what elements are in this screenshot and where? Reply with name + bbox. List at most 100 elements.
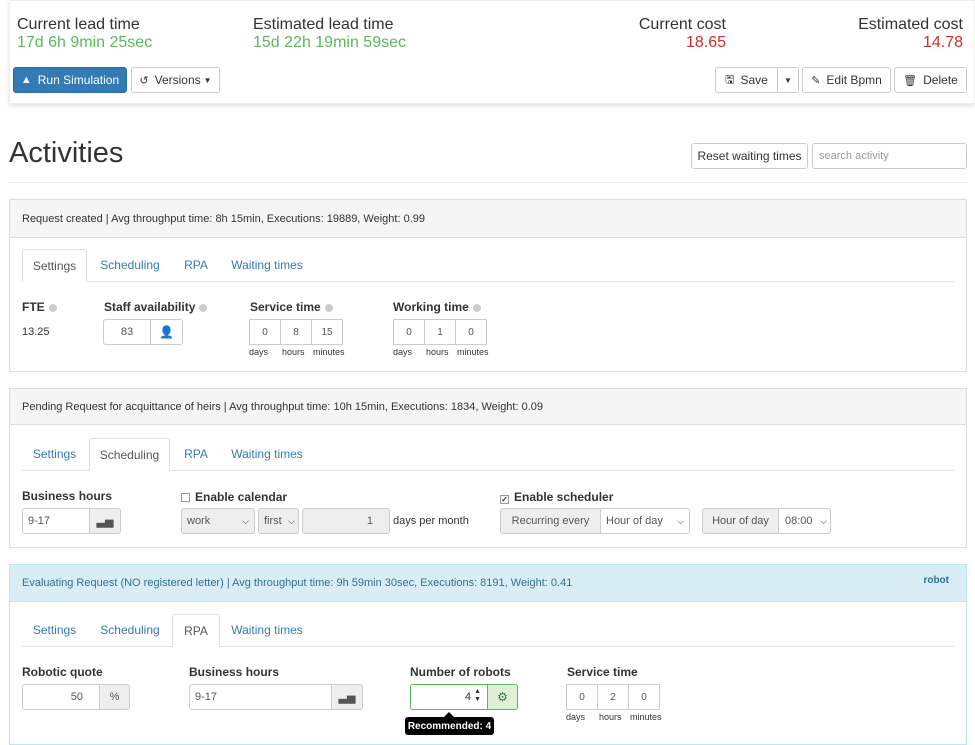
service-hours-value: 8 bbox=[293, 326, 299, 338]
page-title: Activities bbox=[9, 137, 124, 169]
tab-label: Scheduling bbox=[99, 447, 160, 462]
tab-settings[interactable]: Settings bbox=[22, 614, 87, 646]
service-minutes-input[interactable]: 15 bbox=[311, 319, 343, 345]
current-cost-value: 18.65 bbox=[685, 34, 726, 51]
service-days-value: 0 bbox=[262, 326, 268, 338]
working-time-label: Working time bbox=[393, 300, 481, 314]
tab-waiting-times[interactable]: Waiting times bbox=[224, 249, 310, 281]
staff-availability-label-text: Staff availability bbox=[104, 300, 196, 314]
service-minutes-input[interactable]: 0 bbox=[628, 684, 660, 710]
calendar-type-select[interactable]: work ⌵ bbox=[181, 508, 255, 534]
bar-chart-icon: ▃▅ bbox=[338, 691, 356, 704]
run-simulation-button[interactable]: ▲ Run Simulation bbox=[13, 67, 127, 93]
calendar-type-value: work bbox=[187, 515, 211, 527]
history-icon: ↺ bbox=[139, 74, 149, 87]
chevron-down-icon: ⌵ bbox=[820, 515, 827, 526]
business-hours-value: 9-17 bbox=[195, 691, 218, 703]
staff-availability-input[interactable]: 83 bbox=[103, 319, 151, 345]
enable-calendar-checkbox[interactable]: Enable calendar bbox=[181, 490, 287, 504]
edit-bpmn-button[interactable]: ✎ Edit Bpmn bbox=[802, 67, 891, 93]
tab-rpa[interactable]: RPA bbox=[172, 249, 220, 281]
fte-label-text: FTE bbox=[22, 300, 45, 314]
working-hours-value: 1 bbox=[437, 326, 443, 338]
enable-scheduler-checkbox[interactable]: ✓ Enable scheduler bbox=[500, 490, 613, 504]
robotic-quote-value: 50 bbox=[70, 691, 83, 703]
service-time-label: Service time bbox=[567, 665, 638, 679]
hour-of-day-addon: Hour of day bbox=[702, 508, 779, 534]
help-icon bbox=[472, 303, 481, 312]
spinner-icon[interactable]: ▲ ▼ bbox=[474, 688, 481, 704]
delete-button[interactable]: 🗑 Delete bbox=[894, 67, 967, 93]
save-dropdown-toggle[interactable]: ▼ bbox=[777, 67, 799, 93]
search-activity-input[interactable]: search activity bbox=[812, 143, 967, 169]
recommended-text: Recommended: 4 bbox=[407, 720, 492, 732]
tabs-underline bbox=[22, 281, 954, 282]
estimated-lead-time-label: Estimated lead time bbox=[253, 16, 394, 33]
calendar-count-input[interactable]: 1 bbox=[302, 508, 390, 534]
reset-waiting-times-button[interactable]: Reset waiting times bbox=[691, 143, 808, 169]
delete-label: Delete bbox=[923, 73, 958, 87]
checkbox-checked-icon: ✓ bbox=[500, 495, 509, 504]
tab-scheduling[interactable]: Scheduling bbox=[92, 249, 168, 281]
caret-down-icon: ▼ bbox=[203, 75, 212, 85]
panel-header-text: Pending Request for acquittance of heirs… bbox=[22, 400, 544, 413]
robots-recommend-button[interactable]: ⚙ bbox=[487, 684, 518, 710]
tab-settings[interactable]: Settings bbox=[22, 438, 87, 470]
service-days-input[interactable]: 0 bbox=[249, 319, 281, 345]
calendar-order-select[interactable]: first ⌵ bbox=[258, 508, 299, 534]
tooltip-arrow bbox=[444, 712, 454, 717]
versions-button[interactable]: ↺ Versions ▼ bbox=[131, 67, 220, 93]
panel-header[interactable]: Pending Request for acquittance of heirs… bbox=[10, 389, 966, 425]
trash-icon: 🗑 bbox=[903, 74, 918, 87]
business-hours-input[interactable]: 9-17 bbox=[22, 508, 90, 534]
unit-hours: hours bbox=[599, 712, 622, 722]
divider bbox=[9, 182, 967, 183]
business-hours-chart-button[interactable]: ▃▅ bbox=[331, 684, 363, 710]
tab-waiting-times[interactable]: Waiting times bbox=[224, 614, 310, 646]
service-hours-value: 2 bbox=[610, 691, 616, 703]
robotic-quote-input[interactable]: 50 bbox=[22, 684, 100, 710]
estimated-lead-time-value: 15d 22h 19min 59sec bbox=[253, 34, 406, 51]
working-hours-input[interactable]: 1 bbox=[424, 319, 456, 345]
current-lead-time-label: Current lead time bbox=[17, 16, 140, 33]
save-button[interactable]: 🖫 Save bbox=[715, 67, 778, 93]
tab-label: Waiting times bbox=[231, 623, 303, 637]
unit-days: days bbox=[249, 347, 269, 357]
run-simulation-label: Run Simulation bbox=[37, 73, 120, 87]
tab-rpa[interactable]: RPA bbox=[172, 438, 220, 470]
help-icon bbox=[324, 303, 333, 312]
tab-rpa[interactable]: RPA bbox=[172, 614, 220, 647]
tab-scheduling[interactable]: Scheduling bbox=[92, 614, 168, 646]
recurring-every-addon: Recurring every bbox=[500, 508, 601, 534]
business-hours-label: Business hours bbox=[189, 665, 280, 679]
tab-label: Waiting times bbox=[231, 258, 303, 272]
recurring-every-label: Recurring every bbox=[511, 515, 590, 527]
help-icon bbox=[48, 303, 57, 312]
working-days-input[interactable]: 0 bbox=[393, 319, 425, 345]
panel-header[interactable]: Request created | Avg throughput time: 8… bbox=[10, 200, 966, 238]
service-hours-input[interactable]: 8 bbox=[280, 319, 312, 345]
recurring-select[interactable]: Hour of day ⌵ bbox=[600, 508, 690, 534]
panel-header-text: Evaluating Request (NO registered letter… bbox=[22, 577, 573, 589]
hour-of-day-label: Hour of day bbox=[712, 515, 769, 527]
tab-waiting-times[interactable]: Waiting times bbox=[224, 438, 310, 470]
business-hours-label: Business hours bbox=[22, 489, 113, 503]
staff-availability-label: Staff availability bbox=[104, 300, 208, 314]
working-minutes-input[interactable]: 0 bbox=[455, 319, 487, 345]
hour-select[interactable]: 08:00 ⌵ bbox=[778, 508, 831, 534]
tab-settings[interactable]: Settings bbox=[22, 249, 87, 282]
panel-header[interactable]: Evaluating Request (NO registered letter… bbox=[10, 565, 966, 602]
service-days-input[interactable]: 0 bbox=[566, 684, 598, 710]
staff-availability-user-button[interactable]: 👤 bbox=[150, 319, 183, 345]
service-days-value: 0 bbox=[579, 691, 585, 703]
business-hours-chart-button[interactable]: ▃▅ bbox=[89, 508, 121, 534]
service-hours-input[interactable]: 2 bbox=[597, 684, 629, 710]
working-minutes-value: 0 bbox=[468, 326, 474, 338]
business-hours-input[interactable]: 9-17 bbox=[189, 684, 332, 710]
current-lead-time-value: 17d 6h 9min 25sec bbox=[17, 34, 153, 51]
caret-down-icon: ▼ bbox=[784, 75, 792, 85]
tab-scheduling[interactable]: Scheduling bbox=[89, 438, 170, 471]
tab-label: Scheduling bbox=[100, 258, 160, 272]
chevron-down-icon: ⌵ bbox=[288, 515, 295, 526]
unit-minutes: minutes bbox=[313, 347, 345, 357]
